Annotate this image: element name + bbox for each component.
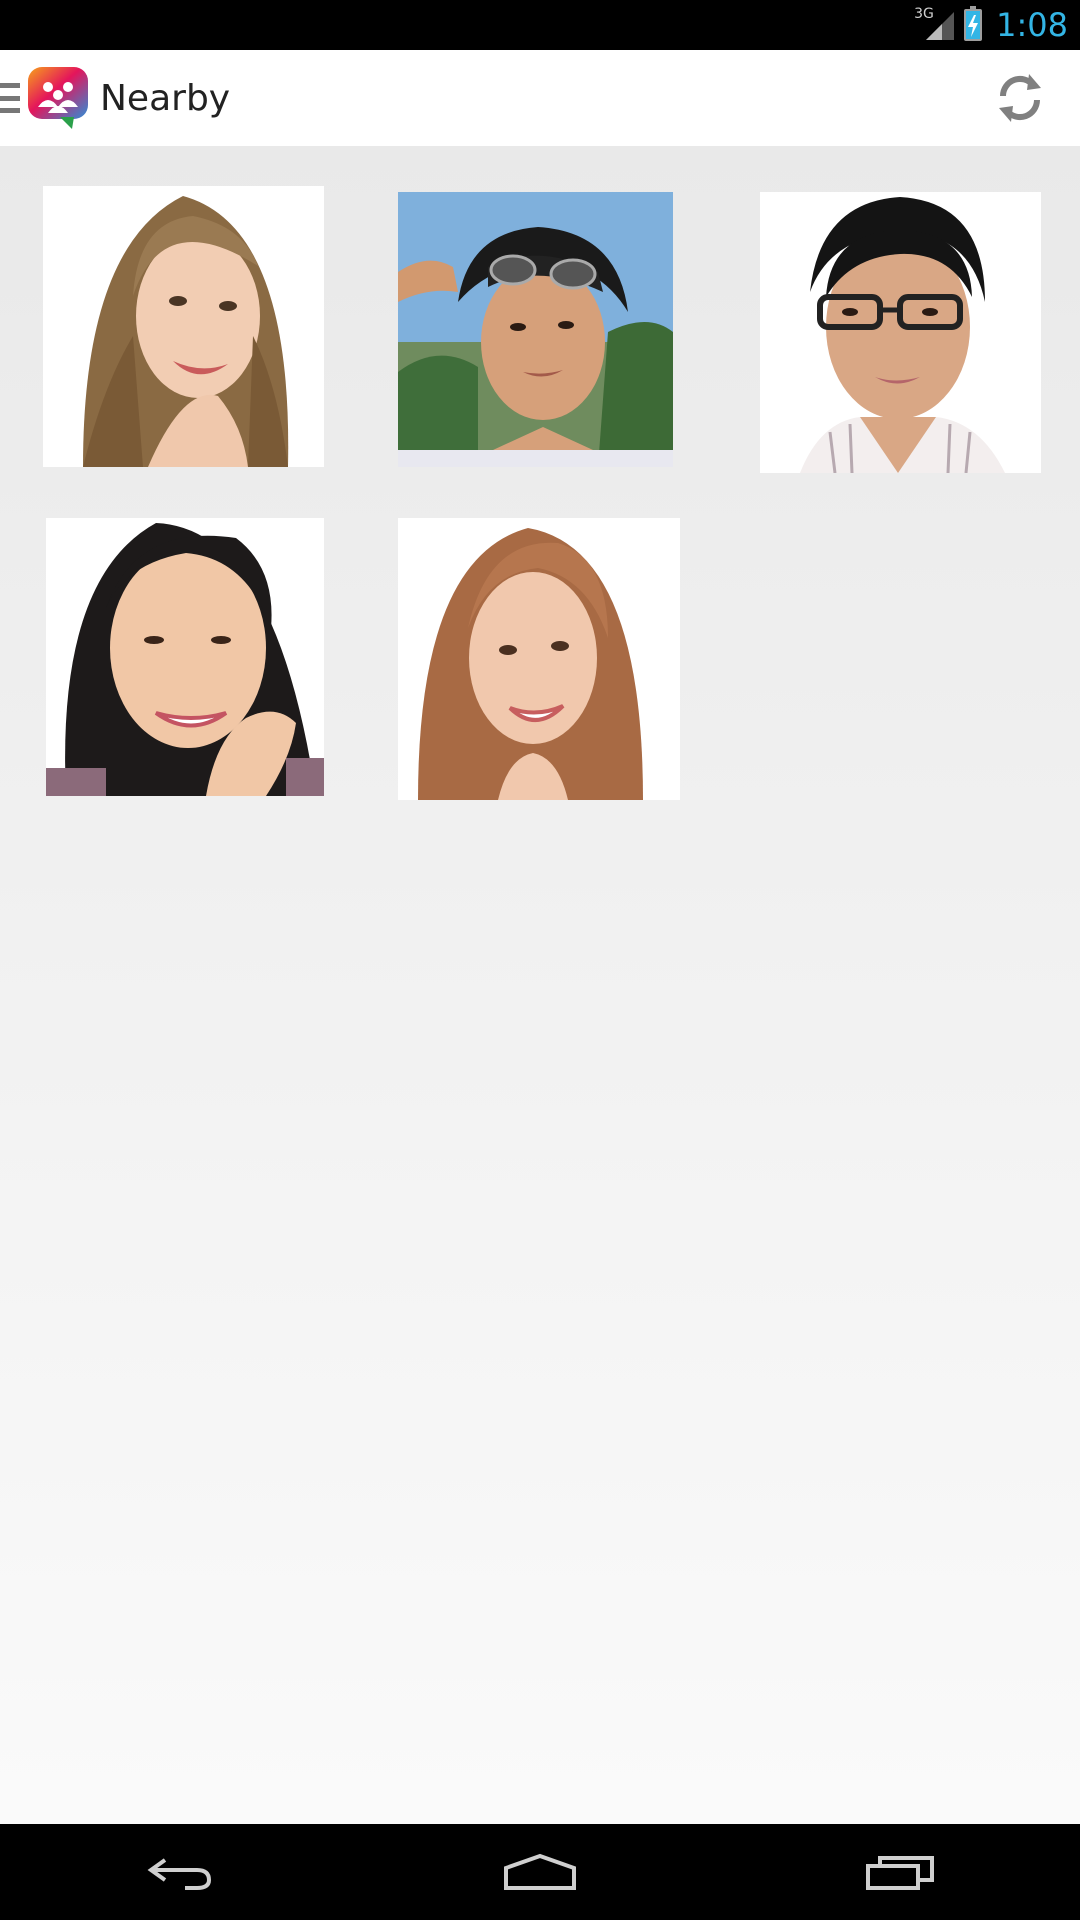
refresh-icon (999, 74, 1041, 122)
person-photo-1[interactable] (43, 186, 324, 467)
page-title: Nearby (100, 77, 231, 119)
home-icon (504, 1853, 576, 1890)
profile-photo-image (760, 192, 1041, 473)
battery-charging-icon (964, 6, 983, 41)
profile-photo-image (43, 186, 324, 467)
network-indicator: 3G (914, 6, 955, 42)
back-icon (147, 1858, 212, 1890)
drawer-indicator-icon[interactable] (0, 83, 20, 113)
system-nav-bar (0, 1824, 1080, 1920)
app-logo-chat-people-icon[interactable] (26, 65, 90, 131)
status-icons: 3G (914, 6, 983, 42)
person-photo-3[interactable] (760, 192, 1041, 473)
action-bar: Nearby (0, 50, 1080, 146)
home-button[interactable] (490, 1842, 590, 1902)
refresh-button[interactable] (990, 68, 1050, 128)
person-photo-5[interactable] (398, 518, 680, 800)
recent-apps-icon (866, 1856, 934, 1890)
nearby-grid (0, 146, 1080, 1824)
profile-photo-image (398, 518, 680, 800)
status-bar: 3G 1:08 (0, 0, 1080, 50)
profile-photo-image (398, 192, 673, 467)
recent-apps-button[interactable] (850, 1842, 950, 1902)
back-button[interactable] (130, 1842, 230, 1902)
person-photo-2[interactable] (398, 192, 673, 467)
person-photo-4[interactable] (46, 518, 324, 796)
status-clock: 1:08 (996, 6, 1068, 44)
profile-photo-image (46, 518, 324, 796)
signal-icon (926, 12, 955, 40)
